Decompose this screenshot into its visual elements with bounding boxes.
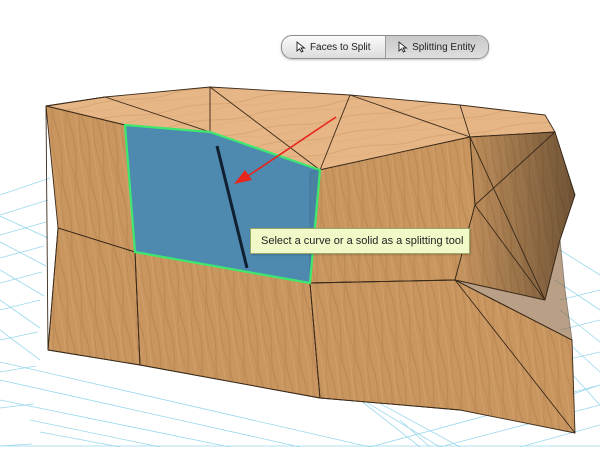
splitting-entity-label: Splitting Entity	[412, 41, 476, 53]
splitting-entity-button[interactable]: Splitting Entity	[384, 36, 488, 58]
split-mode-toolbar: Faces to Split Splitting Entity	[281, 35, 489, 59]
wooden-solid[interactable]	[45, 86, 576, 434]
faces-to-split-label: Faces to Split	[309, 41, 371, 53]
tooltip-text: Select a curve or a solid as a splitting…	[261, 235, 464, 247]
hint-tooltip: Select a curve or a solid as a splitting…	[250, 228, 470, 254]
cursor-arrow-icon	[296, 41, 306, 53]
scene-canvas[interactable]	[0, 0, 600, 448]
cursor-arrow-icon	[398, 41, 408, 53]
3d-viewport[interactable]: Faces to Split Splitting Entity Select a…	[0, 0, 600, 448]
faces-to-split-button[interactable]: Faces to Split	[282, 36, 385, 58]
